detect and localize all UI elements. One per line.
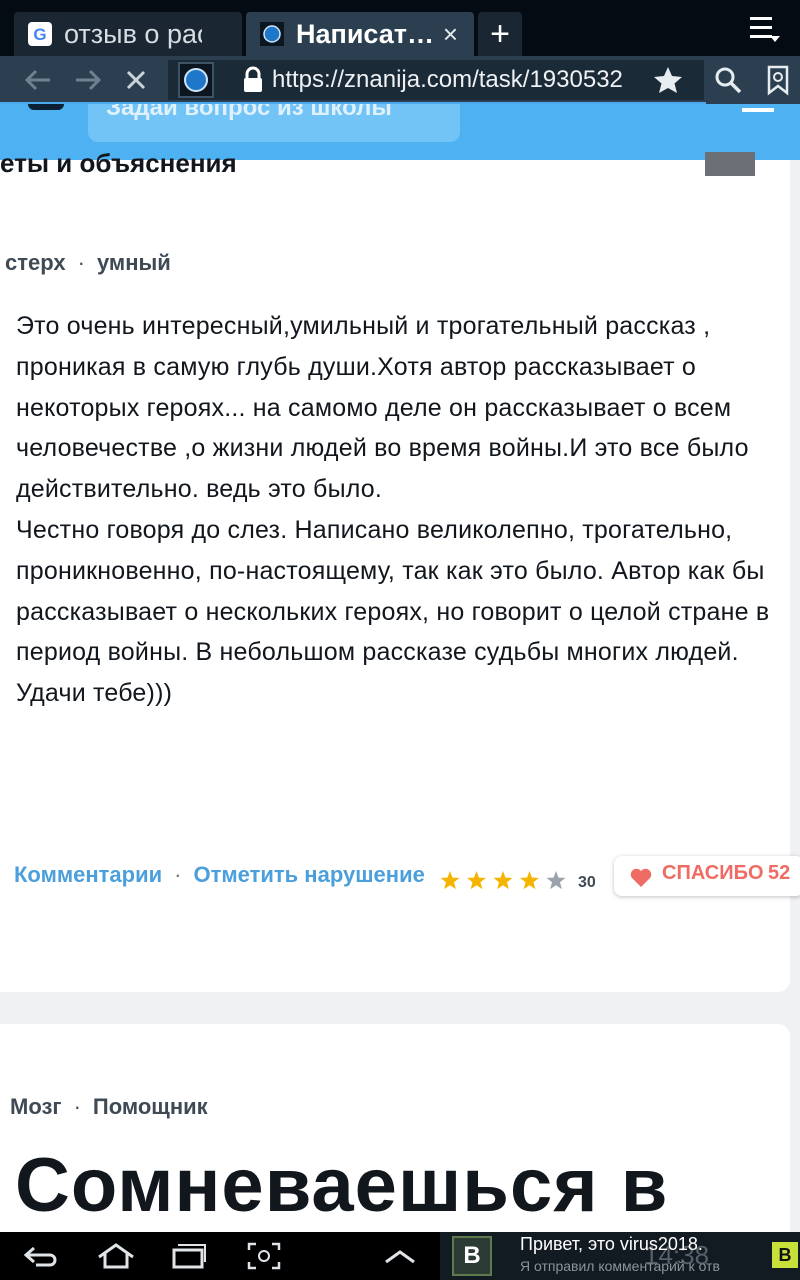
status-app-icon: B xyxy=(772,1242,798,1268)
notification-subtitle: Я отправил комментарий к отв xyxy=(520,1258,720,1274)
address-bar: https://znanija.com/task/1930532 xyxy=(0,56,800,104)
answer-author-line: стерх · умный xyxy=(5,250,171,275)
back-icon[interactable] xyxy=(22,1242,58,1270)
site-logo[interactable] xyxy=(28,104,64,110)
tab-title: отзыв о рас… xyxy=(64,19,202,49)
site-identity-icon[interactable] xyxy=(178,62,214,98)
svg-text:G: G xyxy=(33,25,46,44)
star-icon[interactable] xyxy=(546,871,566,890)
recent-apps-icon[interactable] xyxy=(170,1242,208,1270)
search-icon[interactable] xyxy=(712,64,744,96)
search-placeholder: Задай вопрос из школы xyxy=(106,104,392,121)
menu-icon[interactable] xyxy=(742,104,774,116)
author-name[interactable]: Мозг xyxy=(10,1094,62,1119)
stop-loading-icon[interactable] xyxy=(120,64,152,96)
author-name[interactable]: стерх xyxy=(5,250,66,275)
thanks-button[interactable]: СПАСИБО 52 xyxy=(614,856,800,896)
answer-paragraph: Честно говоря до слез. Написано великоле… xyxy=(16,515,770,667)
browser-tab-strip: G отзыв о рас… Написат… × + xyxy=(0,0,800,56)
google-icon: G xyxy=(28,22,52,46)
notification-title: Привет, это virus2018. xyxy=(520,1234,703,1254)
answer-card-2: Мозг · Помощник Сомневаешься в xyxy=(0,1024,790,1254)
new-tab-button[interactable]: + xyxy=(478,12,522,56)
notification[interactable]: B 14:38 Привет, это virus2018. Я отправи… xyxy=(440,1232,800,1280)
promo-headline: Сомневаешься в xyxy=(15,1143,669,1228)
answer-author-line: Мозг · Помощник xyxy=(10,1094,208,1119)
rating-count: 30 xyxy=(578,874,596,891)
star-icon[interactable] xyxy=(466,871,487,890)
author-rank: умный xyxy=(96,250,171,275)
answer-text: Это очень интересный,умильный и трогател… xyxy=(16,306,776,714)
report-link[interactable]: Отметить нарушение xyxy=(193,862,424,887)
tab-current[interactable]: Написат… × xyxy=(246,12,474,56)
star-icon[interactable] xyxy=(493,871,513,890)
answer-paragraph: Это очень интересный,умильный и трогател… xyxy=(16,312,749,504)
close-tab-icon[interactable]: × xyxy=(443,12,458,56)
thanks-count: 52 xyxy=(768,862,791,884)
author-rank: Помощник xyxy=(92,1094,208,1119)
star-icon[interactable] xyxy=(519,871,540,890)
avatar[interactable] xyxy=(705,152,755,176)
notification-app-icon: B xyxy=(452,1236,492,1276)
globe-icon xyxy=(260,22,284,46)
bookmarks-icon[interactable] xyxy=(762,64,794,96)
thanks-label: СПАСИБО xyxy=(662,862,764,884)
url-text: https://znanija.com/task/1930532 xyxy=(272,66,623,93)
back-arrow-icon[interactable] xyxy=(22,64,54,96)
heart-icon xyxy=(630,868,652,887)
answer-card: еты и объяснения стерх · умный Это очень и… xyxy=(0,148,800,992)
star-icon[interactable] xyxy=(440,871,460,890)
home-icon[interactable] xyxy=(96,1242,136,1270)
chevron-up-icon[interactable] xyxy=(382,1242,418,1270)
lock-icon xyxy=(244,66,262,92)
bookmark-star-icon[interactable] xyxy=(652,64,684,96)
forward-arrow-icon[interactable] xyxy=(72,64,104,96)
screenshot-icon[interactable] xyxy=(246,1242,282,1270)
search-input[interactable]: Задай вопрос из школы xyxy=(88,104,460,142)
answer-actions: Комментарии · Отметить нарушение xyxy=(14,862,425,887)
system-nav-bar: B 14:38 Привет, это virus2018. Я отправи… xyxy=(0,1232,800,1280)
section-title: еты и объяснения xyxy=(0,148,237,178)
tab-title: Написат… xyxy=(296,19,434,49)
comments-link[interactable]: Комментарии xyxy=(14,862,162,887)
tabs-menu-icon[interactable] xyxy=(748,14,782,44)
tab-review[interactable]: G отзыв о рас… xyxy=(14,12,242,56)
rating-stars[interactable] xyxy=(440,870,570,892)
answer-paragraph: Удачи тебе))) xyxy=(16,679,173,708)
